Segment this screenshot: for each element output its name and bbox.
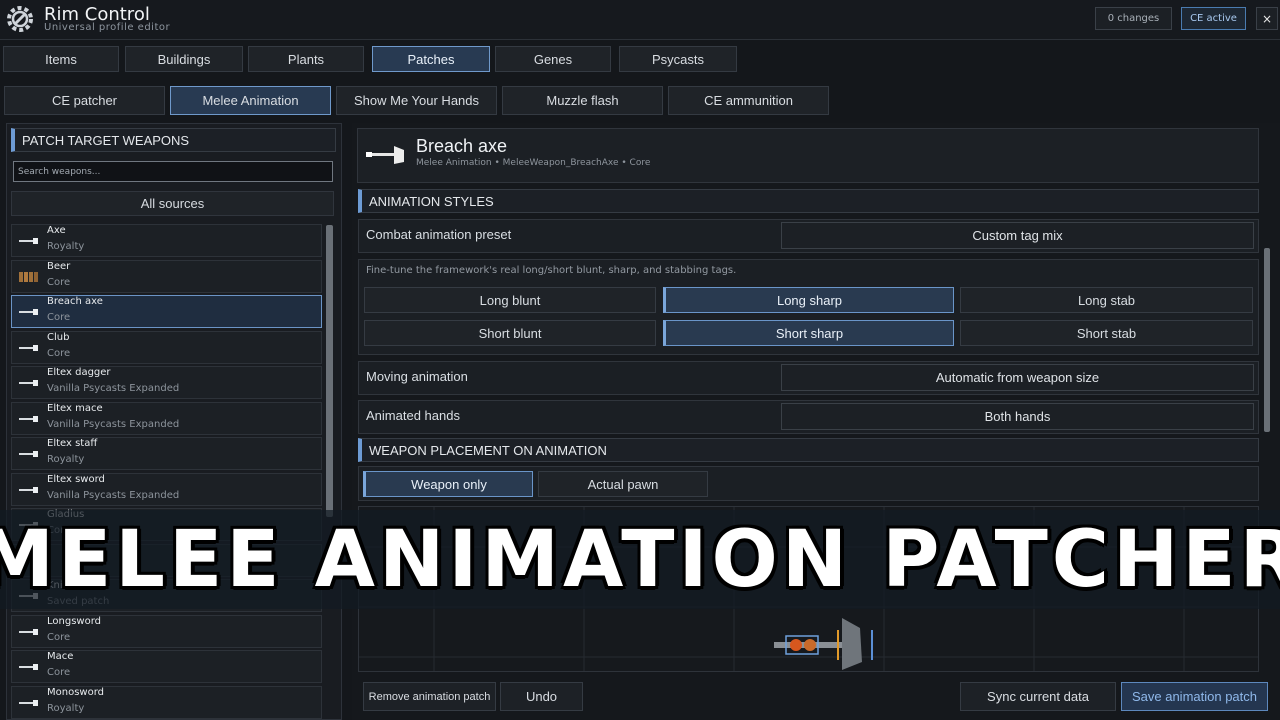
weapon-name: Mace bbox=[47, 651, 74, 662]
changes-counter[interactable]: 0 changes bbox=[1095, 7, 1172, 30]
weapon-list: Axe Royalty Beer Core Breach axe Core Club Core… bbox=[11, 224, 322, 720]
preset-label: Combat animation preset bbox=[366, 227, 512, 242]
weapon-source: Vanilla Psycasts Expanded bbox=[47, 418, 180, 430]
section-header-targets: PATCH TARGET WEAPONS bbox=[11, 128, 336, 152]
subtab-muzzle-flash[interactable]: Muzzle flash bbox=[502, 86, 663, 115]
weapon-source: Core bbox=[47, 347, 71, 359]
tag-toggle-short-blunt[interactable]: Short blunt bbox=[364, 320, 656, 346]
app-subtitle: Universal profile editor bbox=[44, 22, 171, 33]
tag-hint: Fine-tune the framework's real long/shor… bbox=[366, 265, 737, 276]
hands-dropdown[interactable]: Both hands bbox=[781, 403, 1254, 430]
sword-icon bbox=[19, 486, 38, 493]
moving-label: Moving animation bbox=[366, 369, 468, 384]
weapon-row[interactable]: Breach axe Core bbox=[11, 295, 322, 328]
weapon-source: Core bbox=[47, 312, 71, 323]
monosword-icon bbox=[19, 699, 38, 706]
weapon-name: Eltex staff bbox=[47, 438, 98, 449]
mace-icon bbox=[19, 415, 38, 422]
weapon-name: Eltex mace bbox=[47, 402, 103, 414]
beer-icon bbox=[19, 271, 38, 282]
tab-buildings[interactable]: Buildings bbox=[125, 46, 243, 72]
save-patch-button[interactable]: Save animation patch bbox=[1121, 682, 1268, 711]
club-icon bbox=[19, 344, 38, 351]
app-window: Rim Control Universal profile editor 0 c… bbox=[0, 0, 1280, 720]
source-filter-dropdown[interactable]: All sources bbox=[11, 191, 334, 216]
tab-psycasts[interactable]: Psycasts bbox=[619, 46, 737, 72]
sync-button[interactable]: Sync current data bbox=[960, 682, 1116, 711]
banner-title: MELEE ANIMATION PATCHER bbox=[0, 514, 1280, 605]
weapon-name: Breach axe bbox=[47, 296, 103, 307]
weapon-row[interactable]: Mace Core bbox=[11, 650, 322, 683]
weapon-row[interactable]: Eltex staff Royalty bbox=[11, 437, 322, 470]
tab-items[interactable]: Items bbox=[3, 46, 119, 72]
subtab-ce-patcher[interactable]: CE patcher bbox=[4, 86, 165, 115]
weapon-name: Eltex sword bbox=[47, 473, 105, 485]
tag-toggle-short-sharp[interactable]: Short sharp bbox=[663, 320, 954, 346]
weapon-name: Beer bbox=[47, 260, 71, 272]
weapon-row[interactable]: Monosword Royalty bbox=[11, 685, 322, 719]
detail-scrollbar[interactable] bbox=[1264, 248, 1270, 432]
weapon-name: Longsword bbox=[47, 615, 101, 627]
tab-patches[interactable]: Patches bbox=[372, 46, 490, 72]
weapon-source: Royalty bbox=[47, 702, 85, 714]
weapon-name: Club bbox=[47, 331, 70, 343]
weapon-row[interactable]: Eltex dagger Vanilla Psycasts Expanded bbox=[11, 366, 322, 399]
undo-button[interactable]: Undo bbox=[500, 682, 583, 711]
placement-weapon-only[interactable]: Weapon only bbox=[363, 471, 533, 497]
preset-dropdown[interactable]: Custom tag mix bbox=[781, 222, 1254, 249]
weapon-source: Royalty bbox=[47, 454, 85, 465]
moving-dropdown[interactable]: Automatic from weapon size bbox=[781, 364, 1254, 391]
weapon-list-scrollbar[interactable] bbox=[326, 225, 333, 517]
weapon-source: Royalty bbox=[47, 241, 85, 252]
tab-plants[interactable]: Plants bbox=[248, 46, 364, 72]
weapon-source: Core bbox=[47, 631, 71, 643]
weapon-row[interactable]: Eltex mace Vanilla Psycasts Expanded bbox=[11, 401, 322, 435]
tag-toggle-long-blunt[interactable]: Long blunt bbox=[364, 287, 656, 313]
breach-axe-icon bbox=[19, 309, 38, 315]
tab-genes[interactable]: Genes bbox=[495, 46, 611, 72]
longsword-icon bbox=[19, 628, 38, 635]
weapon-name: Eltex dagger bbox=[47, 367, 111, 378]
tag-toggle-long-sharp[interactable]: Long sharp bbox=[663, 287, 954, 313]
staff-icon bbox=[19, 451, 38, 457]
hands-label: Animated hands bbox=[366, 408, 460, 423]
section-header-animation: ANIMATION STYLES bbox=[358, 189, 1259, 213]
tag-toggle-short-stab[interactable]: Short stab bbox=[960, 320, 1253, 346]
weapon-search-input[interactable]: Search weapons... bbox=[13, 161, 333, 182]
gear-logo-icon bbox=[7, 6, 33, 32]
subtab-melee-animation[interactable]: Melee Animation bbox=[170, 86, 331, 115]
weapon-title: Breach axe bbox=[416, 136, 508, 156]
weapon-row[interactable]: Eltex sword Vanilla Psycasts Expanded bbox=[11, 472, 322, 506]
weapon-name: Axe bbox=[47, 225, 66, 236]
subtab-show-me-your-hands[interactable]: Show Me Your Hands bbox=[336, 86, 497, 115]
weapon-row[interactable]: Club Core bbox=[11, 330, 322, 364]
weapon-source: Vanilla Psycasts Expanded bbox=[47, 383, 180, 394]
weapon-row[interactable]: Beer Core bbox=[11, 259, 322, 293]
placement-actual-pawn[interactable]: Actual pawn bbox=[538, 471, 708, 497]
weapon-name: Monosword bbox=[47, 686, 104, 698]
title-bar: Rim Control Universal profile editor 0 c… bbox=[0, 0, 1280, 40]
weapon-subtitle: Melee Animation • MeleeWeapon_BreachAxe … bbox=[416, 158, 651, 168]
breach-axe-icon bbox=[366, 146, 404, 164]
weapon-row[interactable]: Axe Royalty bbox=[11, 224, 322, 257]
weapon-source: Core bbox=[47, 667, 71, 678]
close-button[interactable]: × bbox=[1256, 7, 1278, 30]
weapon-source: Core bbox=[47, 276, 71, 288]
remove-patch-button[interactable]: Remove animation patch bbox=[363, 682, 496, 711]
weapon-preview-sprite bbox=[774, 618, 873, 670]
subtab-ce-ammunition[interactable]: CE ammunition bbox=[668, 86, 829, 115]
dagger-icon bbox=[19, 380, 38, 386]
weapon-row[interactable]: Longsword Core bbox=[11, 614, 322, 648]
mace-icon bbox=[19, 664, 38, 670]
section-header-placement: WEAPON PLACEMENT ON ANIMATION bbox=[358, 438, 1259, 462]
tag-toggle-long-stab[interactable]: Long stab bbox=[960, 287, 1253, 313]
ce-active-badge[interactable]: CE active bbox=[1181, 7, 1246, 30]
weapon-source: Vanilla Psycasts Expanded bbox=[47, 489, 180, 501]
axe-icon bbox=[19, 238, 38, 244]
